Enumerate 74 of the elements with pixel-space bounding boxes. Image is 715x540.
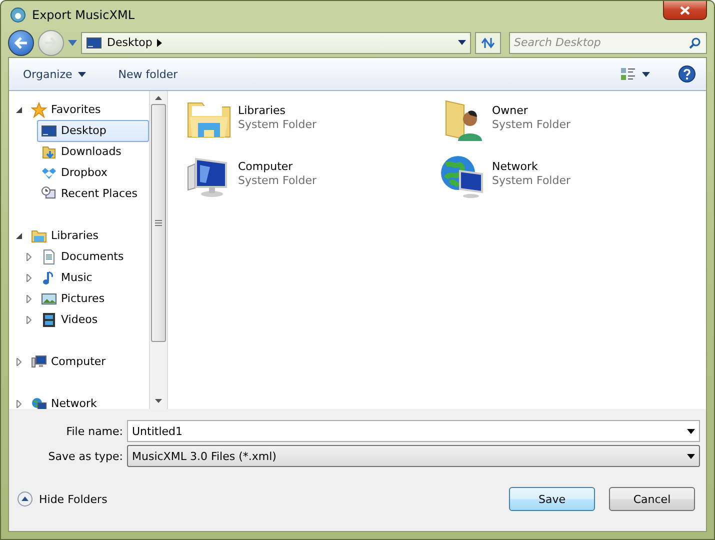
sidebar-item[interactable]: Libraries	[27, 224, 149, 246]
item-type: System Folder	[238, 118, 317, 131]
sidebar-item[interactable]: Pictures	[37, 288, 149, 310]
close-button[interactable]	[663, 1, 707, 20]
folder-download-icon	[41, 144, 57, 160]
search-field[interactable]: Search Desktop	[509, 32, 707, 54]
cancel-button[interactable]: Cancel	[609, 487, 695, 511]
history-dropdown-icon[interactable]	[68, 40, 77, 46]
sidebar-item[interactable]: Computer	[27, 350, 149, 372]
document-icon	[41, 248, 57, 264]
address-bar[interactable]: Desktop	[81, 32, 471, 54]
save-type-label: Save as type:	[47, 450, 124, 462]
monitor-icon	[86, 34, 102, 51]
collapsed-arrow-icon[interactable]	[25, 274, 33, 282]
dropdown-arrow-icon[interactable]	[458, 40, 466, 46]
window-title: Export MusicXML	[32, 8, 134, 22]
item-type: System Folder	[492, 118, 571, 131]
computer-icon	[31, 354, 47, 370]
refresh-button[interactable]	[475, 32, 501, 54]
folder-icon	[31, 228, 47, 244]
sidebar-item[interactable]: Documents	[37, 246, 149, 268]
expanded-arrow-icon[interactable]	[15, 232, 23, 240]
caret-icon	[642, 72, 650, 76]
globe-monitor-icon[interactable]	[440, 153, 486, 199]
organize-button[interactable]: Organize	[19, 66, 90, 82]
collapse-icon	[17, 491, 33, 507]
expanded-arrow-icon[interactable]	[15, 106, 23, 114]
file-type-dropdown[interactable]: MusicXML 3.0 Files (*.xml)	[127, 445, 700, 467]
star-icon	[31, 102, 47, 118]
item-name[interactable]: Network	[492, 160, 571, 173]
file-name-field[interactable]: Untitled1	[127, 420, 700, 442]
sidebar-item[interactable]: Music	[37, 266, 149, 288]
item-type: System Folder	[238, 174, 317, 187]
sidebar-item[interactable]: Desktop	[37, 120, 149, 142]
close-icon	[680, 6, 690, 14]
sidebar-item[interactable]: Videos	[37, 308, 149, 330]
address-text: Desktop	[107, 36, 152, 50]
back-arrow-icon	[14, 36, 28, 49]
clock-icon	[41, 186, 57, 202]
file-name-label: File name:	[65, 424, 124, 438]
item-name[interactable]: Computer	[238, 160, 317, 173]
refresh-icon	[481, 36, 495, 49]
save-button[interactable]: Save	[509, 487, 595, 511]
caret-icon	[78, 72, 86, 76]
item-name[interactable]: Owner	[492, 104, 571, 117]
sidebar-item[interactable]: Network	[27, 392, 149, 409]
item-name[interactable]: Libraries	[238, 104, 317, 117]
sidebar-item[interactable]: Favorites	[27, 98, 149, 120]
sidebar-item[interactable]: Dropbox	[37, 162, 149, 184]
app-icon	[10, 6, 26, 23]
back-button[interactable]	[8, 30, 34, 56]
scroll-down-icon[interactable]	[155, 399, 162, 403]
new-folder-button[interactable]: New folder	[114, 66, 182, 82]
collapsed-arrow-icon[interactable]	[25, 294, 33, 302]
view-list-icon	[620, 67, 636, 81]
help-icon[interactable]	[678, 65, 696, 83]
picture-icon	[41, 290, 57, 306]
dropdown-arrow-icon[interactable]	[687, 454, 695, 458]
collapsed-arrow-icon[interactable]	[25, 316, 33, 324]
film-icon	[41, 312, 57, 328]
dropdown-arrow-icon[interactable]	[687, 428, 695, 434]
scroll-up-icon[interactable]	[155, 96, 162, 100]
sidebar-item[interactable]: Recent Places	[37, 182, 149, 204]
hide-folders-button[interactable]: Hide Folders	[17, 491, 108, 507]
sidebar-item[interactable]: Downloads	[37, 140, 149, 162]
scrollbar[interactable]	[149, 91, 167, 409]
breadcrumb-arrow-icon[interactable]	[157, 38, 162, 47]
scroll-thumb[interactable]	[151, 104, 166, 342]
collapsed-arrow-icon[interactable]	[15, 400, 23, 408]
globe-icon	[31, 396, 47, 409]
monitor-icon	[41, 122, 57, 138]
item-type: System Folder	[492, 174, 571, 187]
collapsed-arrow-icon[interactable]	[15, 358, 23, 366]
collapsed-arrow-icon[interactable]	[25, 252, 33, 260]
